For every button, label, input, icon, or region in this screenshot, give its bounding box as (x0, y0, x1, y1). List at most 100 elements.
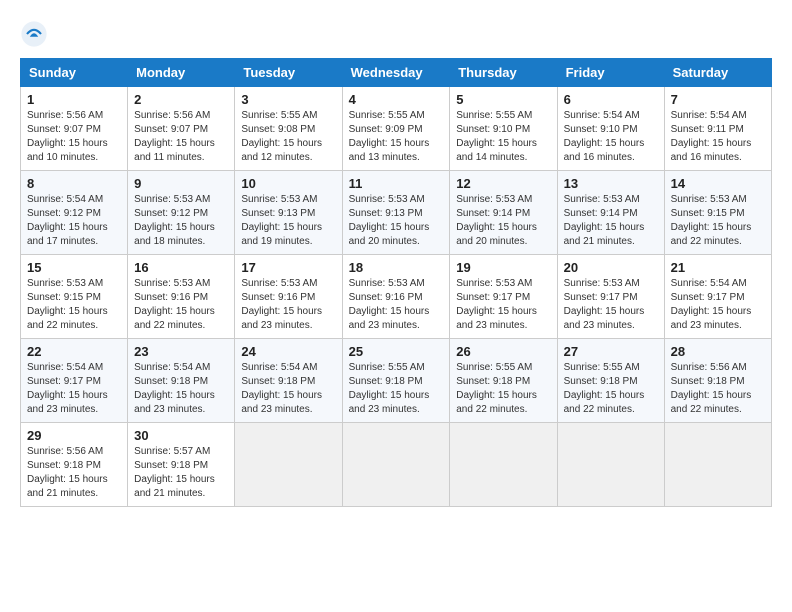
calendar-cell: 4 Sunrise: 5:55 AM Sunset: 9:09 PM Daylig… (342, 87, 450, 171)
calendar-week-4: 22 Sunrise: 5:54 AM Sunset: 9:17 PM Dayli… (21, 339, 772, 423)
day-info: Sunrise: 5:56 AM Sunset: 9:18 PM Dayligh… (671, 361, 765, 417)
calendar-cell: 28 Sunrise: 5:56 AM Sunset: 9:18 PM Dayli… (664, 339, 771, 423)
day-number: 28 (671, 344, 765, 359)
calendar-week-1: 1 Sunrise: 5:56 AM Sunset: 9:07 PM Daylig… (21, 87, 772, 171)
calendar-header-tuesday: Tuesday (235, 59, 342, 87)
calendar-header-friday: Friday (557, 59, 664, 87)
day-info: Sunrise: 5:57 AM Sunset: 9:18 PM Dayligh… (134, 445, 228, 501)
calendar-header-wednesday: Wednesday (342, 59, 450, 87)
day-info: Sunrise: 5:55 AM Sunset: 9:09 PM Dayligh… (349, 109, 444, 165)
day-info: Sunrise: 5:54 AM Sunset: 9:12 PM Dayligh… (27, 193, 121, 249)
day-info: Sunrise: 5:53 AM Sunset: 9:15 PM Dayligh… (671, 193, 765, 249)
calendar-week-5: 29Sunrise: 5:56 AM Sunset: 9:18 PM Dayli… (21, 423, 772, 507)
day-number: 11 (349, 176, 444, 191)
day-number: 1 (27, 92, 121, 107)
day-number: 14 (671, 176, 765, 191)
day-number: 24 (241, 344, 335, 359)
calendar-cell: 6Sunrise: 5:54 AM Sunset: 9:10 PM Daylig… (557, 87, 664, 171)
day-info: Sunrise: 5:54 AM Sunset: 9:17 PM Dayligh… (27, 361, 121, 417)
day-number: 12 (456, 176, 550, 191)
day-info: Sunrise: 5:53 AM Sunset: 9:17 PM Dayligh… (456, 277, 550, 333)
logo (20, 20, 52, 48)
calendar-cell: 23Sunrise: 5:54 AM Sunset: 9:18 PM Dayli… (128, 339, 235, 423)
calendar-cell: 8 Sunrise: 5:54 AM Sunset: 9:12 PM Daylig… (21, 171, 128, 255)
calendar-cell: 15 Sunrise: 5:53 AM Sunset: 9:15 PM Dayli… (21, 255, 128, 339)
calendar-cell: 18 Sunrise: 5:53 AM Sunset: 9:16 PM Dayli… (342, 255, 450, 339)
calendar-cell: 20 Sunrise: 5:53 AM Sunset: 9:17 PM Dayli… (557, 255, 664, 339)
calendar-cell: 21 Sunrise: 5:54 AM Sunset: 9:17 PM Dayli… (664, 255, 771, 339)
calendar-cell: 22 Sunrise: 5:54 AM Sunset: 9:17 PM Dayli… (21, 339, 128, 423)
day-number: 15 (27, 260, 121, 275)
logo-icon (20, 20, 48, 48)
day-info: Sunrise: 5:53 AM Sunset: 9:17 PM Dayligh… (564, 277, 658, 333)
day-info: Sunrise: 5:56 AM Sunset: 9:18 PM Dayligh… (27, 445, 121, 501)
day-number: 17 (241, 260, 335, 275)
day-number: 22 (27, 344, 121, 359)
calendar-cell: 2 Sunrise: 5:56 AM Sunset: 9:07 PM Daylig… (128, 87, 235, 171)
calendar-cell (557, 423, 664, 507)
day-info: Sunrise: 5:53 AM Sunset: 9:12 PM Dayligh… (134, 193, 228, 249)
day-number: 8 (27, 176, 121, 191)
calendar-cell (664, 423, 771, 507)
calendar-cell: 12 Sunrise: 5:53 AM Sunset: 9:14 PM Dayli… (450, 171, 557, 255)
calendar-header-monday: Monday (128, 59, 235, 87)
day-number: 2 (134, 92, 228, 107)
day-number: 6 (564, 92, 658, 107)
day-number: 26 (456, 344, 550, 359)
day-number: 10 (241, 176, 335, 191)
day-info: Sunrise: 5:55 AM Sunset: 9:18 PM Dayligh… (564, 361, 658, 417)
calendar-cell: 24 Sunrise: 5:54 AM Sunset: 9:18 PM Dayli… (235, 339, 342, 423)
day-number: 21 (671, 260, 765, 275)
day-info: Sunrise: 5:53 AM Sunset: 9:13 PM Dayligh… (349, 193, 444, 249)
day-info: Sunrise: 5:55 AM Sunset: 9:18 PM Dayligh… (456, 361, 550, 417)
calendar-cell: 13 Sunrise: 5:53 AM Sunset: 9:14 PM Dayli… (557, 171, 664, 255)
calendar-cell: 10 Sunrise: 5:53 AM Sunset: 9:13 PM Dayli… (235, 171, 342, 255)
calendar-cell: 5 Sunrise: 5:55 AM Sunset: 9:10 PM Daylig… (450, 87, 557, 171)
calendar-week-3: 15 Sunrise: 5:53 AM Sunset: 9:15 PM Dayli… (21, 255, 772, 339)
calendar-header-thursday: Thursday (450, 59, 557, 87)
day-number: 7 (671, 92, 765, 107)
calendar-cell: 9 Sunrise: 5:53 AM Sunset: 9:12 PM Daylig… (128, 171, 235, 255)
calendar-cell: 11 Sunrise: 5:53 AM Sunset: 9:13 PM Dayli… (342, 171, 450, 255)
calendar-cell: 1 Sunrise: 5:56 AM Sunset: 9:07 PM Daylig… (21, 87, 128, 171)
day-info: Sunrise: 5:53 AM Sunset: 9:13 PM Dayligh… (241, 193, 335, 249)
day-number: 25 (349, 344, 444, 359)
calendar-cell: 25 Sunrise: 5:55 AM Sunset: 9:18 PM Dayli… (342, 339, 450, 423)
calendar-cell (450, 423, 557, 507)
day-number: 20 (564, 260, 658, 275)
day-info: Sunrise: 5:55 AM Sunset: 9:10 PM Dayligh… (456, 109, 550, 165)
day-info: Sunrise: 5:53 AM Sunset: 9:16 PM Dayligh… (241, 277, 335, 333)
day-info: Sunrise: 5:53 AM Sunset: 9:14 PM Dayligh… (564, 193, 658, 249)
calendar-cell: 29Sunrise: 5:56 AM Sunset: 9:18 PM Dayli… (21, 423, 128, 507)
day-info: Sunrise: 5:53 AM Sunset: 9:14 PM Dayligh… (456, 193, 550, 249)
day-number: 4 (349, 92, 444, 107)
day-number: 16 (134, 260, 228, 275)
day-info: Sunrise: 5:53 AM Sunset: 9:15 PM Dayligh… (27, 277, 121, 333)
calendar-cell: 3 Sunrise: 5:55 AM Sunset: 9:08 PM Daylig… (235, 87, 342, 171)
day-number: 30 (134, 428, 228, 443)
day-info: Sunrise: 5:53 AM Sunset: 9:16 PM Dayligh… (134, 277, 228, 333)
calendar-cell: 27 Sunrise: 5:55 AM Sunset: 9:18 PM Dayli… (557, 339, 664, 423)
day-info: Sunrise: 5:56 AM Sunset: 9:07 PM Dayligh… (27, 109, 121, 165)
day-info: Sunrise: 5:54 AM Sunset: 9:11 PM Dayligh… (671, 109, 765, 165)
day-number: 5 (456, 92, 550, 107)
calendar-cell: 26 Sunrise: 5:55 AM Sunset: 9:18 PM Dayli… (450, 339, 557, 423)
day-number: 9 (134, 176, 228, 191)
day-number: 18 (349, 260, 444, 275)
day-number: 3 (241, 92, 335, 107)
day-info: Sunrise: 5:54 AM Sunset: 9:18 PM Dayligh… (134, 361, 228, 417)
day-info: Sunrise: 5:54 AM Sunset: 9:17 PM Dayligh… (671, 277, 765, 333)
day-info: Sunrise: 5:54 AM Sunset: 9:18 PM Dayligh… (241, 361, 335, 417)
calendar-header-saturday: Saturday (664, 59, 771, 87)
day-number: 27 (564, 344, 658, 359)
calendar-cell: 16 Sunrise: 5:53 AM Sunset: 9:16 PM Dayli… (128, 255, 235, 339)
day-info: Sunrise: 5:53 AM Sunset: 9:16 PM Dayligh… (349, 277, 444, 333)
day-info: Sunrise: 5:56 AM Sunset: 9:07 PM Dayligh… (134, 109, 228, 165)
calendar-cell: 14 Sunrise: 5:53 AM Sunset: 9:15 PM Dayli… (664, 171, 771, 255)
calendar-week-2: 8 Sunrise: 5:54 AM Sunset: 9:12 PM Daylig… (21, 171, 772, 255)
day-info: Sunrise: 5:55 AM Sunset: 9:08 PM Dayligh… (241, 109, 335, 165)
calendar-cell: 19Sunrise: 5:53 AM Sunset: 9:17 PM Dayli… (450, 255, 557, 339)
day-number: 13 (564, 176, 658, 191)
calendar-cell: 7 Sunrise: 5:54 AM Sunset: 9:11 PM Daylig… (664, 87, 771, 171)
day-info: Sunrise: 5:55 AM Sunset: 9:18 PM Dayligh… (349, 361, 444, 417)
